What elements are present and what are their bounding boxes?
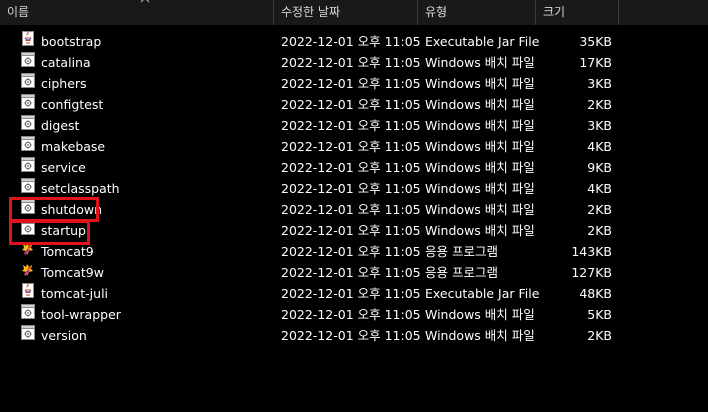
file-modified-date: 2022-12-01 오후 11:05 [281,181,421,196]
file-type: Windows 배치 파일 [425,118,535,133]
file-name: service [41,160,86,175]
file-name: makebase [41,139,106,154]
file-size: 2KB [587,328,612,343]
batch-file-icon [21,115,35,130]
file-type: Windows 배치 파일 [425,160,535,175]
file-modified-date: 2022-12-01 오후 11:05 [281,202,421,217]
file-modified-date: 2022-12-01 오후 11:05 [281,265,421,280]
file-type: Windows 배치 파일 [425,181,535,196]
file-row-catalina[interactable]: catalina 2022-12-01 오후 11:05 Windows 배치 파일… [0,52,708,73]
file-size: 3KB [587,76,612,91]
file-row-tomcat9w[interactable]: Tomcat9w 2022-12-01 오후 11:05 응용 프로그램 127KB [0,262,708,283]
batch-file-icon [21,178,35,193]
file-size: 5KB [587,307,612,322]
file-row-service[interactable]: service 2022-12-01 오후 11:05 Windows 배치 파일 9… [0,157,708,178]
file-type: 응용 프로그램 [425,244,498,259]
file-name: tool-wrapper [41,307,121,322]
file-size: 4KB [587,181,612,196]
file-row-tool-wrapper[interactable]: tool-wrapper 2022-12-01 오후 11:05 Windows 배… [0,304,708,325]
file-size: 48KB [579,286,612,301]
file-modified-date: 2022-12-01 오후 11:05 [281,160,421,175]
file-row-tomcat-juli[interactable]: tomcat-juli 2022-12-01 오후 11:05 Executable… [0,283,708,304]
column-header-bar: 이름 수정한 날짜 유형 크기 [0,0,708,25]
file-modified-date: 2022-12-01 오후 11:05 [281,244,421,259]
tomcat-app-icon [21,262,35,277]
highlight-box-startup [9,220,90,245]
file-type: Windows 배치 파일 [425,202,535,217]
file-type: Windows 배치 파일 [425,307,535,322]
file-name: bootstrap [41,34,102,49]
file-type: 응용 프로그램 [425,265,498,280]
column-header-type[interactable]: 유형 [418,0,536,25]
file-size: 143KB [571,244,612,259]
file-row-setclasspath[interactable]: setclasspath 2022-12-01 오후 11:05 Windows 배… [0,178,708,199]
file-size: 9KB [587,160,612,175]
file-type: Windows 배치 파일 [425,139,535,154]
batch-file-icon [21,157,35,172]
file-size: 2KB [587,223,612,238]
file-row-tomcat9[interactable]: Tomcat9 2022-12-01 오후 11:05 응용 프로그램 143KB [0,241,708,262]
file-row-startup[interactable]: startup 2022-12-01 오후 11:05 Windows 배치 파일 2… [0,220,708,241]
file-size: 127KB [571,265,612,280]
file-modified-date: 2022-12-01 오후 11:05 [281,34,421,49]
batch-file-icon [21,325,35,340]
file-modified-date: 2022-12-01 오후 11:05 [281,328,421,343]
file-modified-date: 2022-12-01 오후 11:05 [281,118,421,133]
file-modified-date: 2022-12-01 오후 11:05 [281,97,421,112]
file-type: Executable Jar File [425,34,540,49]
file-name: Tomcat9w [41,265,104,280]
file-type: Windows 배치 파일 [425,55,535,70]
file-size: 2KB [587,202,612,217]
file-modified-date: 2022-12-01 오후 11:05 [281,55,421,70]
file-type: Executable Jar File [425,286,540,301]
file-type: Windows 배치 파일 [425,328,535,343]
file-type: Windows 배치 파일 [425,223,535,238]
column-header-type-label: 유형 [425,5,448,19]
file-name: catalina [41,55,91,70]
file-name: digest [41,118,80,133]
file-size: 4KB [587,139,612,154]
file-row-bootstrap[interactable]: bootstrap 2022-12-01 오후 11:05 Executable J… [0,31,708,52]
file-row-version[interactable]: version 2022-12-01 오후 11:05 Windows 배치 파일 2… [0,325,708,346]
column-header-name-label: 이름 [7,5,30,19]
file-row-configtest[interactable]: configtest 2022-12-01 오후 11:05 Windows 배치 … [0,94,708,115]
file-modified-date: 2022-12-01 오후 11:05 [281,307,421,322]
column-header-size[interactable]: 크기 [536,0,619,25]
jar-file-icon [21,31,35,46]
file-modified-date: 2022-12-01 오후 11:05 [281,139,421,154]
file-list: bootstrap 2022-12-01 오후 11:05 Executable J… [0,31,708,346]
file-row-shutdown[interactable]: shutdown 2022-12-01 오후 11:05 Windows 배치 파일… [0,199,708,220]
batch-file-icon [21,304,35,319]
file-size: 3KB [587,118,612,133]
file-size: 17KB [579,55,612,70]
column-header-date-label: 수정한 날짜 [281,5,341,19]
sort-ascending-icon [140,0,150,3]
file-row-makebase[interactable]: makebase 2022-12-01 오후 11:05 Windows 배치 파일… [0,136,708,157]
file-name: setclasspath [41,181,120,196]
file-type: Windows 배치 파일 [425,97,535,112]
batch-file-icon [21,136,35,151]
file-name: configtest [41,97,104,112]
file-name: tomcat-juli [41,286,109,301]
file-size: 35KB [579,34,612,49]
column-header-size-label: 크기 [543,5,566,19]
jar-file-icon [21,283,35,298]
file-size: 2KB [587,97,612,112]
file-modified-date: 2022-12-01 오후 11:05 [281,76,421,91]
file-name: ciphers [41,76,87,91]
file-type: Windows 배치 파일 [425,76,535,91]
highlight-box-shutdown [9,197,99,222]
batch-file-icon [21,94,35,109]
file-row-ciphers[interactable]: ciphers 2022-12-01 오후 11:05 Windows 배치 파일 3… [0,73,708,94]
batch-file-icon [21,73,35,88]
batch-file-icon [21,52,35,67]
file-modified-date: 2022-12-01 오후 11:05 [281,223,421,238]
column-header-date[interactable]: 수정한 날짜 [274,0,418,25]
column-header-name[interactable]: 이름 [0,0,274,25]
file-name: version [41,328,87,343]
file-row-digest[interactable]: digest 2022-12-01 오후 11:05 Windows 배치 파일 3K… [0,115,708,136]
file-modified-date: 2022-12-01 오후 11:05 [281,286,421,301]
